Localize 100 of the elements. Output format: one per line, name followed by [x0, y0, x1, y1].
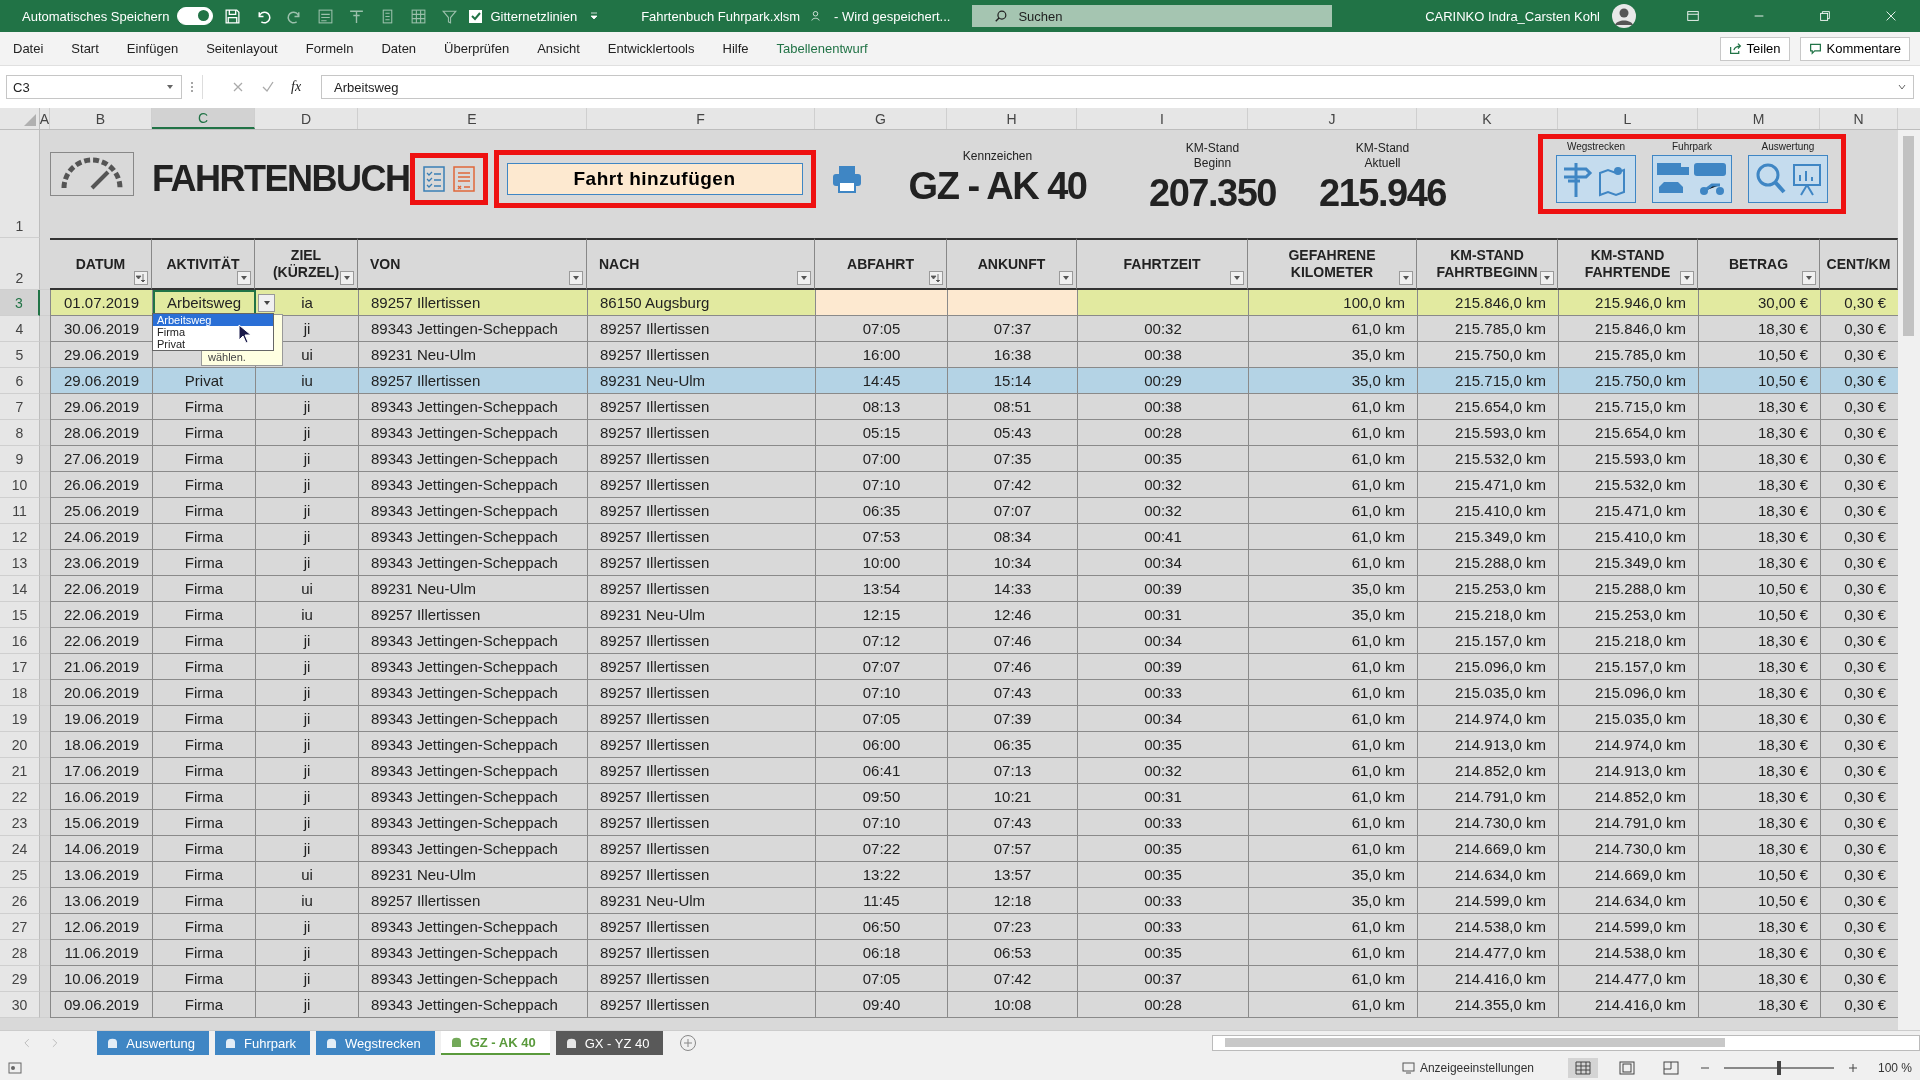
ribbon-tab[interactable]: Formeln [296, 41, 363, 56]
filter-button[interactable] [340, 271, 354, 285]
ribbon-tab[interactable]: Hilfe [713, 41, 758, 56]
ribbon-tab[interactable]: Einfügen [117, 41, 188, 56]
table-row[interactable]: 22.06.2019 Firma ui 89231 Neu-Ulm 89257 Illertissen 13:54 14:33 00:39 35,0 km 215.253,0 km 215.288,0 km 10,50 € 0,30 € [50, 576, 1898, 602]
filter-button[interactable] [1540, 271, 1554, 285]
dropdown-option[interactable]: Arbeitsweg [153, 314, 273, 326]
table-row[interactable]: 21.06.2019 Firma ji 89343 Jettingen-Scheppach 89257 Illertissen 07:07 07:46 00:39 61,0 km 215.096,0 km 215.157,0 km 18,30 € 0,30 € [50, 654, 1898, 680]
add-trip-button[interactable]: Fahrt hinzufügen [506, 163, 803, 195]
row-number[interactable]: 20 [0, 732, 40, 758]
ribbon-tab[interactable]: Datei [4, 41, 53, 56]
table-row[interactable]: 28.06.2019 Firma ji 89343 Jettingen-Scheppach 89257 Illertissen 05:15 05:43 00:28 61,0 km 215.593,0 km 215.654,0 km 18,30 € 0,30 € [50, 420, 1898, 446]
table-row[interactable]: 23.06.2019 Firma ji 89343 Jettingen-Scheppach 89257 Illertissen 10:00 10:34 00:34 61,0 km 215.288,0 km 215.349,0 km 18,30 € 0,30 € [50, 550, 1898, 576]
search-field[interactable]: Suchen [972, 5, 1333, 27]
sheet-tab[interactable]: GX - YZ 40 [555, 1031, 664, 1055]
table-row[interactable]: 24.06.2019 Firma ji 89343 Jettingen-Scheppach 89257 Illertissen 07:53 08:34 00:41 61,0 km 215.349,0 km 215.410,0 km 18,30 € 0,30 € [50, 524, 1898, 550]
table-row[interactable]: 22.06.2019 Firma ji 89343 Jettingen-Scheppach 89257 Illertissen 07:12 07:46 00:34 61,0 km 215.157,0 km 215.218,0 km 18,30 € 0,30 € [50, 628, 1898, 654]
filter-button[interactable] [1399, 271, 1413, 285]
row-number[interactable]: 14 [0, 576, 40, 602]
zoom-reading[interactable]: 100 % [1872, 1060, 1912, 1075]
filter-button[interactable] [1680, 271, 1694, 285]
ribbon-button[interactable]: Kommentare [1799, 36, 1910, 61]
row-number[interactable]: 25 [0, 862, 40, 888]
table-row[interactable]: 13.06.2019 Firma ui 89231 Neu-Ulm 89257 Illertissen 13:22 13:57 00:35 35,0 km 214.634,0 km 214.669,0 km 10,50 € 0,30 € [50, 862, 1898, 888]
ribbon-tab[interactable]: Daten [372, 41, 426, 56]
macro-record-icon[interactable] [8, 1060, 22, 1075]
column-letter[interactable]: E [358, 108, 587, 129]
display-settings-button[interactable]: Anzeigeeinstellungen [1401, 1060, 1534, 1075]
row-number[interactable]: 6 [0, 368, 40, 394]
column-letter[interactable]: K [1417, 108, 1558, 129]
name-box[interactable]: C3 [6, 75, 182, 99]
printer-icon[interactable] [831, 165, 862, 193]
row-number[interactable]: 4 [0, 316, 40, 342]
column-letter[interactable]: G [815, 108, 947, 129]
insert-function-button[interactable]: fx [291, 79, 302, 95]
row-number[interactable]: 13 [0, 550, 40, 576]
checklist-icon[interactable] [422, 166, 445, 192]
sheet-tab[interactable]: Wegstrecken [316, 1031, 435, 1055]
table-row[interactable]: 29.06.2019 Firma ji 89343 Jettingen-Scheppach 89257 Illertissen 08:13 08:51 00:38 61,0 km 215.654,0 km 215.715,0 km 18,30 € 0,30 € [50, 394, 1898, 420]
form-list-icon[interactable] [452, 166, 475, 192]
cancel-icon[interactable] [231, 80, 245, 94]
scrollbar-thumb[interactable] [1225, 1038, 1726, 1047]
table-row[interactable]: 27.06.2019 Firma ji 89343 Jettingen-Scheppach 89257 Illertissen 07:00 07:35 00:35 61,0 km 215.532,0 km 215.593,0 km 18,30 € 0,30 € [50, 446, 1898, 472]
filter-button[interactable] [237, 271, 251, 285]
table-row[interactable]: 22.06.2019 Firma iu 89257 Illertissen 89231 Neu-Ulm 12:15 12:46 00:31 35,0 km 215.218,0 km 215.253,0 km 10,50 € 0,30 € [50, 602, 1898, 628]
row-number[interactable]: 16 [0, 628, 40, 654]
horizontal-scrollbar[interactable] [1212, 1035, 1920, 1051]
gridlines-checkbox[interactable] [469, 9, 483, 23]
column-letter[interactable]: N [1820, 108, 1898, 129]
ribbon-tab[interactable]: Seitenlayout [197, 41, 287, 56]
table-row[interactable]: 20.06.2019 Firma ji 89343 Jettingen-Scheppach 89257 Illertissen 07:10 07:43 00:33 61,0 km 215.035,0 km 215.096,0 km 18,30 € 0,30 € [50, 680, 1898, 706]
row-number[interactable]: 26 [0, 888, 40, 914]
row-number[interactable]: 10 [0, 472, 40, 498]
column-letter[interactable]: A [40, 108, 50, 129]
row-number[interactable]: 12 [0, 524, 40, 550]
filter-button[interactable] [1802, 271, 1816, 285]
autosave-toggle[interactable] [177, 7, 214, 25]
column-letter[interactable]: C [152, 108, 255, 129]
zoom-thumb[interactable] [1777, 1060, 1781, 1075]
filter-button[interactable] [1230, 271, 1244, 285]
search-chart-icon[interactable] [1747, 155, 1829, 203]
add-sheet-icon[interactable] [679, 1034, 698, 1052]
vehicles-icon[interactable] [1651, 155, 1733, 203]
table-row[interactable]: 10.06.2019 Firma ji 89343 Jettingen-Scheppach 89257 Illertissen 07:05 07:42 00:37 61,0 km 214.416,0 km 214.477,0 km 18,30 € 0,30 € [50, 966, 1898, 992]
column-letter[interactable]: M [1698, 108, 1820, 129]
row-number[interactable]: 11 [0, 498, 40, 524]
table-row[interactable]: 16.06.2019 Firma ji 89343 Jettingen-Scheppach 89257 Illertissen 09:50 10:21 00:31 61,0 km 214.791,0 km 214.852,0 km 18,30 € 0,30 € [50, 784, 1898, 810]
table-row[interactable]: 17.06.2019 Firma ji 89343 Jettingen-Scheppach 89257 Illertissen 06:41 07:13 00:32 61,0 km 214.852,0 km 214.913,0 km 18,30 € 0,30 € [50, 758, 1898, 784]
table-row[interactable]: 12.06.2019 Firma ji 89343 Jettingen-Scheppach 89257 Illertissen 06:50 07:23 00:33 61,0 km 214.538,0 km 214.599,0 km 18,30 € 0,30 € [50, 914, 1898, 940]
row-number[interactable]: 5 [0, 342, 40, 368]
table-row[interactable]: 29.06.2019 Privat iu 89257 Illertissen 89231 Neu-Ulm 14:45 15:14 00:29 35,0 km 215.715,0 km 215.750,0 km 10,50 € 0,30 € [50, 368, 1898, 394]
signpost-map-icon[interactable] [1555, 155, 1637, 203]
row-number[interactable]: 27 [0, 914, 40, 940]
row-number[interactable]: 19 [0, 706, 40, 732]
column-letter[interactable]: D [255, 108, 358, 129]
row-number[interactable]: 21 [0, 758, 40, 784]
row-number[interactable]: 18 [0, 680, 40, 706]
ribbon-tab[interactable]: Überprüfen [435, 41, 519, 56]
table-row[interactable]: 26.06.2019 Firma ji 89343 Jettingen-Scheppach 89257 Illertissen 07:10 07:42 00:32 61,0 km 215.471,0 km 215.532,0 km 18,30 € 0,30 € [50, 472, 1898, 498]
zoom-in-icon[interactable] [1848, 1062, 1858, 1073]
filter-button[interactable] [134, 271, 148, 285]
ribbon-button[interactable]: Teilen [1719, 36, 1790, 61]
row-number[interactable]: 15 [0, 602, 40, 628]
row-number[interactable]: 24 [0, 836, 40, 862]
ribbon-tab[interactable]: Entwicklertools [598, 41, 704, 56]
column-letter[interactable]: H [947, 108, 1077, 129]
table-row[interactable]: 13.06.2019 Firma iu 89257 Illertissen 89231 Neu-Ulm 11:45 12:18 00:33 35,0 km 214.599,0 km 214.634,0 km 10,50 € 0,30 € [50, 888, 1898, 914]
row-number[interactable]: 3 [0, 290, 40, 316]
table-row[interactable]: 11.06.2019 Firma ji 89343 Jettingen-Scheppach 89257 Illertissen 06:18 06:53 00:35 61,0 km 214.477,0 km 214.538,0 km 18,30 € 0,30 € [50, 940, 1898, 966]
table-row[interactable]: 09.06.2019 Firma ji 89343 Jettingen-Scheppach 89257 Illertissen 09:40 10:08 00:28 61,0 km 214.355,0 km 214.416,0 km 18,30 € 0,30 € [50, 992, 1898, 1018]
table-row[interactable]: 15.06.2019 Firma ji 89343 Jettingen-Scheppach 89257 Illertissen 07:10 07:43 00:33 61,0 km 214.730,0 km 214.791,0 km 18,30 € 0,30 € [50, 810, 1898, 836]
filter-button[interactable] [797, 271, 811, 285]
ribbon-tab[interactable]: Start [62, 41, 108, 56]
column-letter[interactable]: J [1248, 108, 1417, 129]
avatar-icon[interactable] [1612, 4, 1636, 28]
grid-icon[interactable] [410, 7, 428, 25]
dropdown-button[interactable] [258, 294, 275, 312]
filter-button[interactable] [569, 271, 583, 285]
row-number[interactable]: 1 [0, 130, 40, 238]
ribbon-tab[interactable]: Tabellenentwurf [767, 41, 877, 56]
